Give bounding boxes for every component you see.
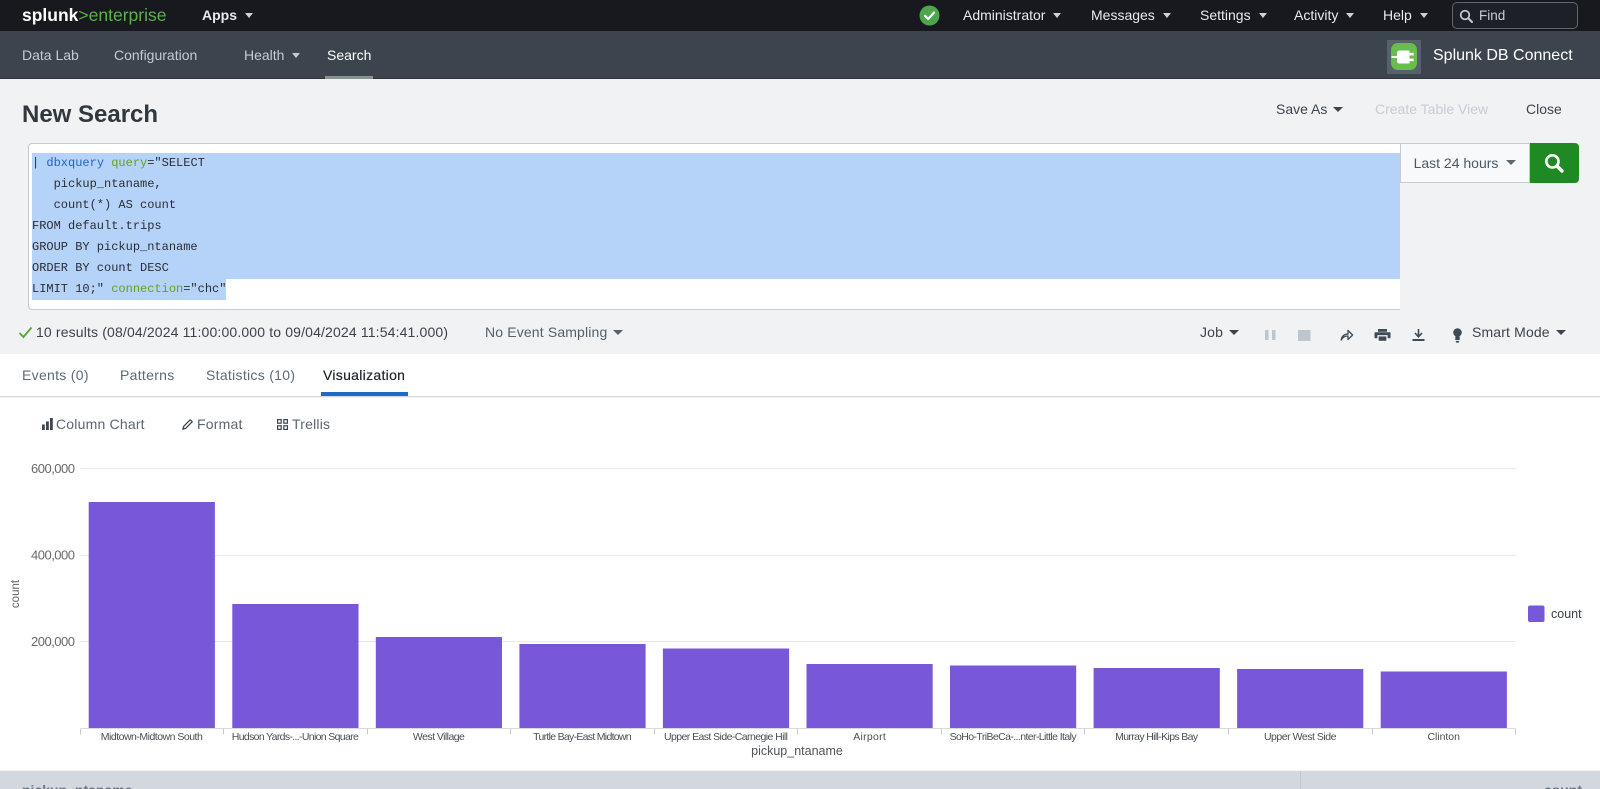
svg-text:West Village: West Village [413, 731, 465, 743]
svg-text:600,000: 600,000 [31, 461, 75, 476]
svg-text:Upper East Side-Carnegie Hill: Upper East Side-Carnegie Hill [664, 731, 788, 743]
svg-text:Airport: Airport [853, 731, 886, 743]
svg-text:SoHo-TriBeCa-...nter-Little It: SoHo-TriBeCa-...nter-Little Italy [950, 731, 1078, 743]
svg-text:pickup_ntaname: pickup_ntaname [751, 744, 843, 758]
svg-text:count: count [1551, 607, 1582, 621]
svg-text:Turtle Bay-East Midtown: Turtle Bay-East Midtown [533, 731, 632, 743]
svg-text:Murray Hill-Kips Bay: Murray Hill-Kips Bay [1115, 731, 1199, 743]
svg-text:Midtown-Midtown South: Midtown-Midtown South [101, 731, 203, 743]
svg-text:count: count [10, 579, 22, 608]
svg-text:Clinton: Clinton [1427, 731, 1460, 743]
svg-text:400,000: 400,000 [31, 547, 75, 562]
svg-text:Hudson Yards-...-Union Square: Hudson Yards-...-Union Square [232, 731, 359, 743]
svg-text:200,000: 200,000 [31, 634, 75, 649]
svg-text:Upper West Side: Upper West Side [1264, 731, 1337, 743]
